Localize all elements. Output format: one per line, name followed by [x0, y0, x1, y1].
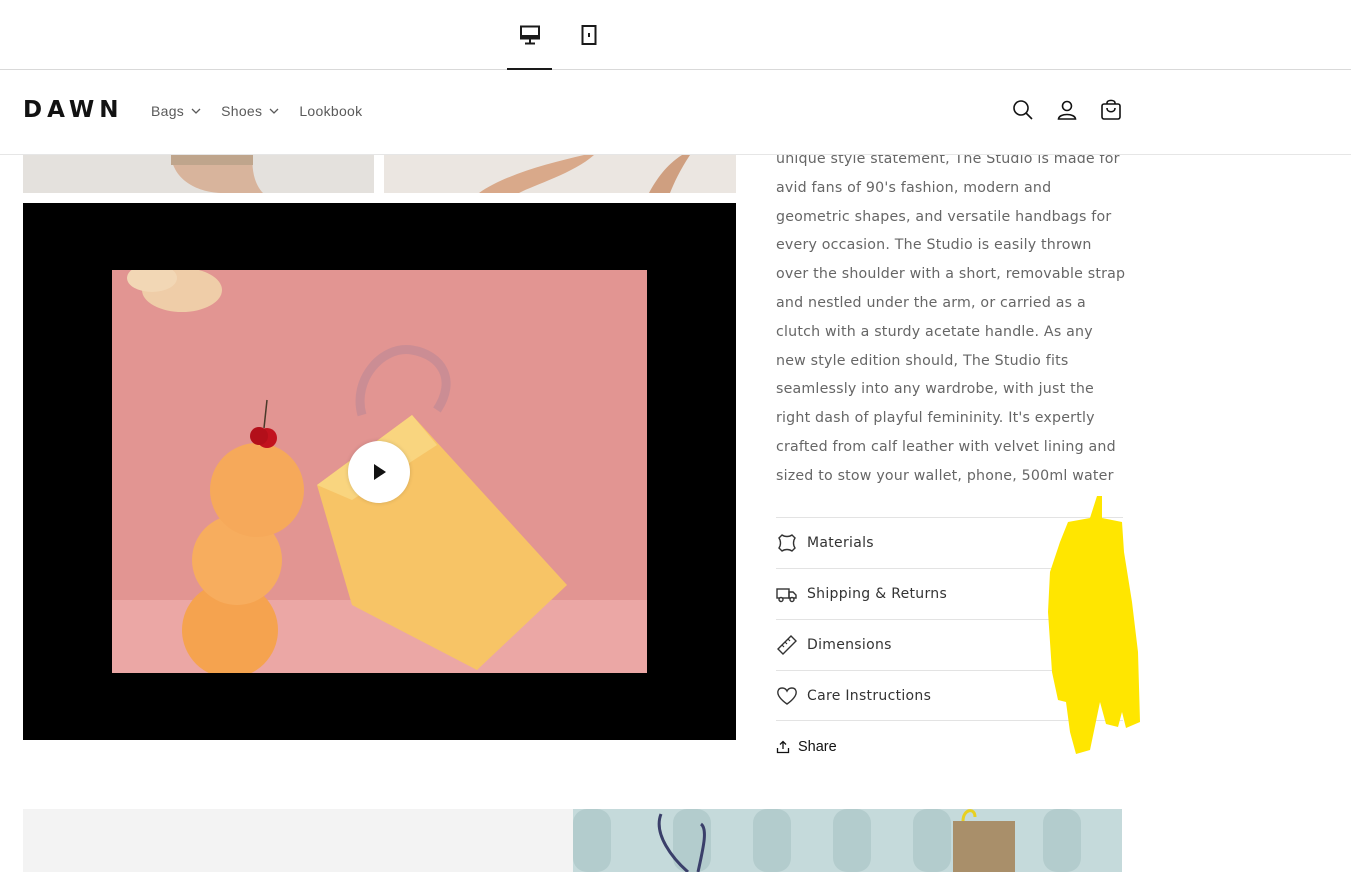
share-button[interactable]: Share	[776, 739, 837, 755]
product-video[interactable]	[23, 203, 736, 740]
description-container: unique style statement, The Studio is ma…	[776, 155, 1136, 490]
chevron-down-icon	[1096, 693, 1106, 699]
preview-toolbar	[0, 0, 1351, 71]
heart-icon	[777, 686, 797, 705]
product-description: unique style statement, The Studio is ma…	[776, 155, 1126, 484]
product-image-thumbnail[interactable]	[23, 155, 374, 193]
mobile-view-button[interactable]	[566, 0, 611, 70]
ruler-icon	[777, 635, 797, 655]
accordion-label: Dimensions	[807, 637, 892, 653]
share-icon	[776, 740, 790, 754]
accordion-care[interactable]: Care Instructions	[776, 670, 1123, 721]
accordion-materials[interactable]: Materials	[776, 517, 1123, 568]
nav-label: Shoes	[221, 103, 263, 119]
store-header: DAWN Bags Shoes Lookbook	[0, 70, 1351, 155]
search-icon[interactable]	[1011, 98, 1035, 122]
product-image-thumbnail[interactable]	[384, 155, 736, 193]
product-accordion: Materials Shipping & Returns Dimensions …	[776, 517, 1123, 721]
account-icon[interactable]	[1055, 98, 1079, 122]
desktop-icon	[519, 25, 540, 45]
chevron-down-icon	[269, 108, 279, 114]
share-label: Share	[798, 739, 837, 755]
collection-banner-image[interactable]	[573, 809, 1122, 872]
accordion-label: Shipping & Returns	[807, 586, 948, 602]
mobile-icon	[581, 25, 596, 45]
cart-icon[interactable]	[1099, 98, 1123, 122]
collection-banner-left	[23, 809, 573, 872]
store-logo[interactable]: DAWN	[23, 97, 123, 123]
accordion-dimensions[interactable]: Dimensions	[776, 619, 1123, 670]
nav-item-lookbook[interactable]: Lookbook	[299, 103, 362, 119]
nav-item-bags[interactable]: Bags	[151, 103, 201, 119]
accordion-label: Materials	[807, 535, 874, 551]
desktop-view-button[interactable]	[507, 0, 552, 71]
chevron-down-icon	[1096, 591, 1106, 597]
header-actions	[1011, 98, 1123, 122]
accordion-label: Care Instructions	[807, 687, 932, 704]
truck-icon	[776, 588, 797, 603]
chevron-down-icon	[1096, 642, 1106, 648]
play-icon	[374, 464, 386, 480]
nav-item-shoes[interactable]: Shoes	[221, 103, 279, 119]
nav-label: Lookbook	[299, 103, 363, 119]
chevron-down-icon	[191, 108, 201, 114]
chevron-down-icon	[1096, 540, 1106, 546]
nav-label: Bags	[151, 103, 185, 119]
accordion-shipping[interactable]: Shipping & Returns	[776, 568, 1123, 619]
play-button[interactable]	[348, 441, 410, 503]
main-nav: Bags Shoes Lookbook	[151, 103, 362, 119]
materials-icon	[778, 534, 796, 552]
